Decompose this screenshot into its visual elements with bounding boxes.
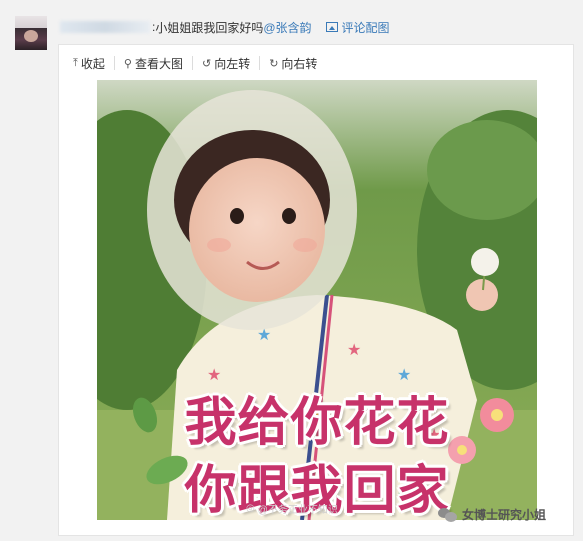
rotate-right-button[interactable]: ↻ 向右转 bbox=[269, 56, 326, 71]
attachment-link[interactable]: 评论配图 bbox=[325, 19, 390, 36]
rotate-left-button[interactable]: ↺ 向左转 bbox=[201, 56, 261, 71]
attachment-label: 评论配图 bbox=[341, 20, 390, 35]
watermark-wechat: 女博士研究小姐 bbox=[438, 506, 546, 523]
comment-text: 小姐姐跟我回家好吗 bbox=[155, 20, 264, 35]
rotate-left-label: 向左转 bbox=[214, 56, 251, 71]
rotate-right-label: 向右转 bbox=[281, 56, 318, 71]
watermark-weibo: ◎ @不务正业不知识 bbox=[246, 501, 338, 516]
picture-icon bbox=[325, 22, 338, 32]
collapse-button[interactable]: ⤒ 收起 bbox=[73, 56, 115, 71]
comment-image[interactable]: ★ ★ ★ ★ ★ ★ ★ ★ ★ bbox=[97, 80, 537, 520]
wechat-logo-icon bbox=[438, 507, 458, 522]
svg-text:★: ★ bbox=[347, 340, 361, 359]
watermark-wechat-text: 女博士研究小姐 bbox=[462, 508, 547, 522]
image-viewer-card: ⤒ 收起 ⚲ 查看大图 ↺ 向左转 ↻ 向右转 ★ ★ ★ ★ ★ ★ ★ ★ … bbox=[58, 44, 574, 536]
rotate-left-icon: ↺ bbox=[201, 56, 212, 70]
image-toolbar: ⤒ 收起 ⚲ 查看大图 ↺ 向左转 ↻ 向右转 bbox=[73, 56, 335, 71]
view-large-button[interactable]: ⚲ 查看大图 bbox=[123, 56, 193, 71]
view-large-label: 查看大图 bbox=[134, 56, 183, 71]
weibo-logo-icon: ◎ bbox=[246, 503, 255, 514]
comment-line: : 小姐姐跟我回家好吗 @张含韵 评论配图 bbox=[60, 18, 390, 36]
mention-link[interactable]: @张含韵 bbox=[263, 19, 311, 36]
arrow-up-icon: ⤒ bbox=[73, 56, 78, 69]
commenter-avatar[interactable] bbox=[15, 16, 47, 50]
collapse-label: 收起 bbox=[80, 56, 105, 71]
watermark-weibo-text: @不务正业不知识 bbox=[257, 505, 338, 516]
caption-line-1: 我给你花花 bbox=[184, 393, 450, 453]
magnifier-icon: ⚲ bbox=[123, 56, 132, 70]
commenter-name-blurred[interactable] bbox=[60, 21, 150, 33]
rotate-right-icon: ↻ bbox=[269, 56, 279, 70]
